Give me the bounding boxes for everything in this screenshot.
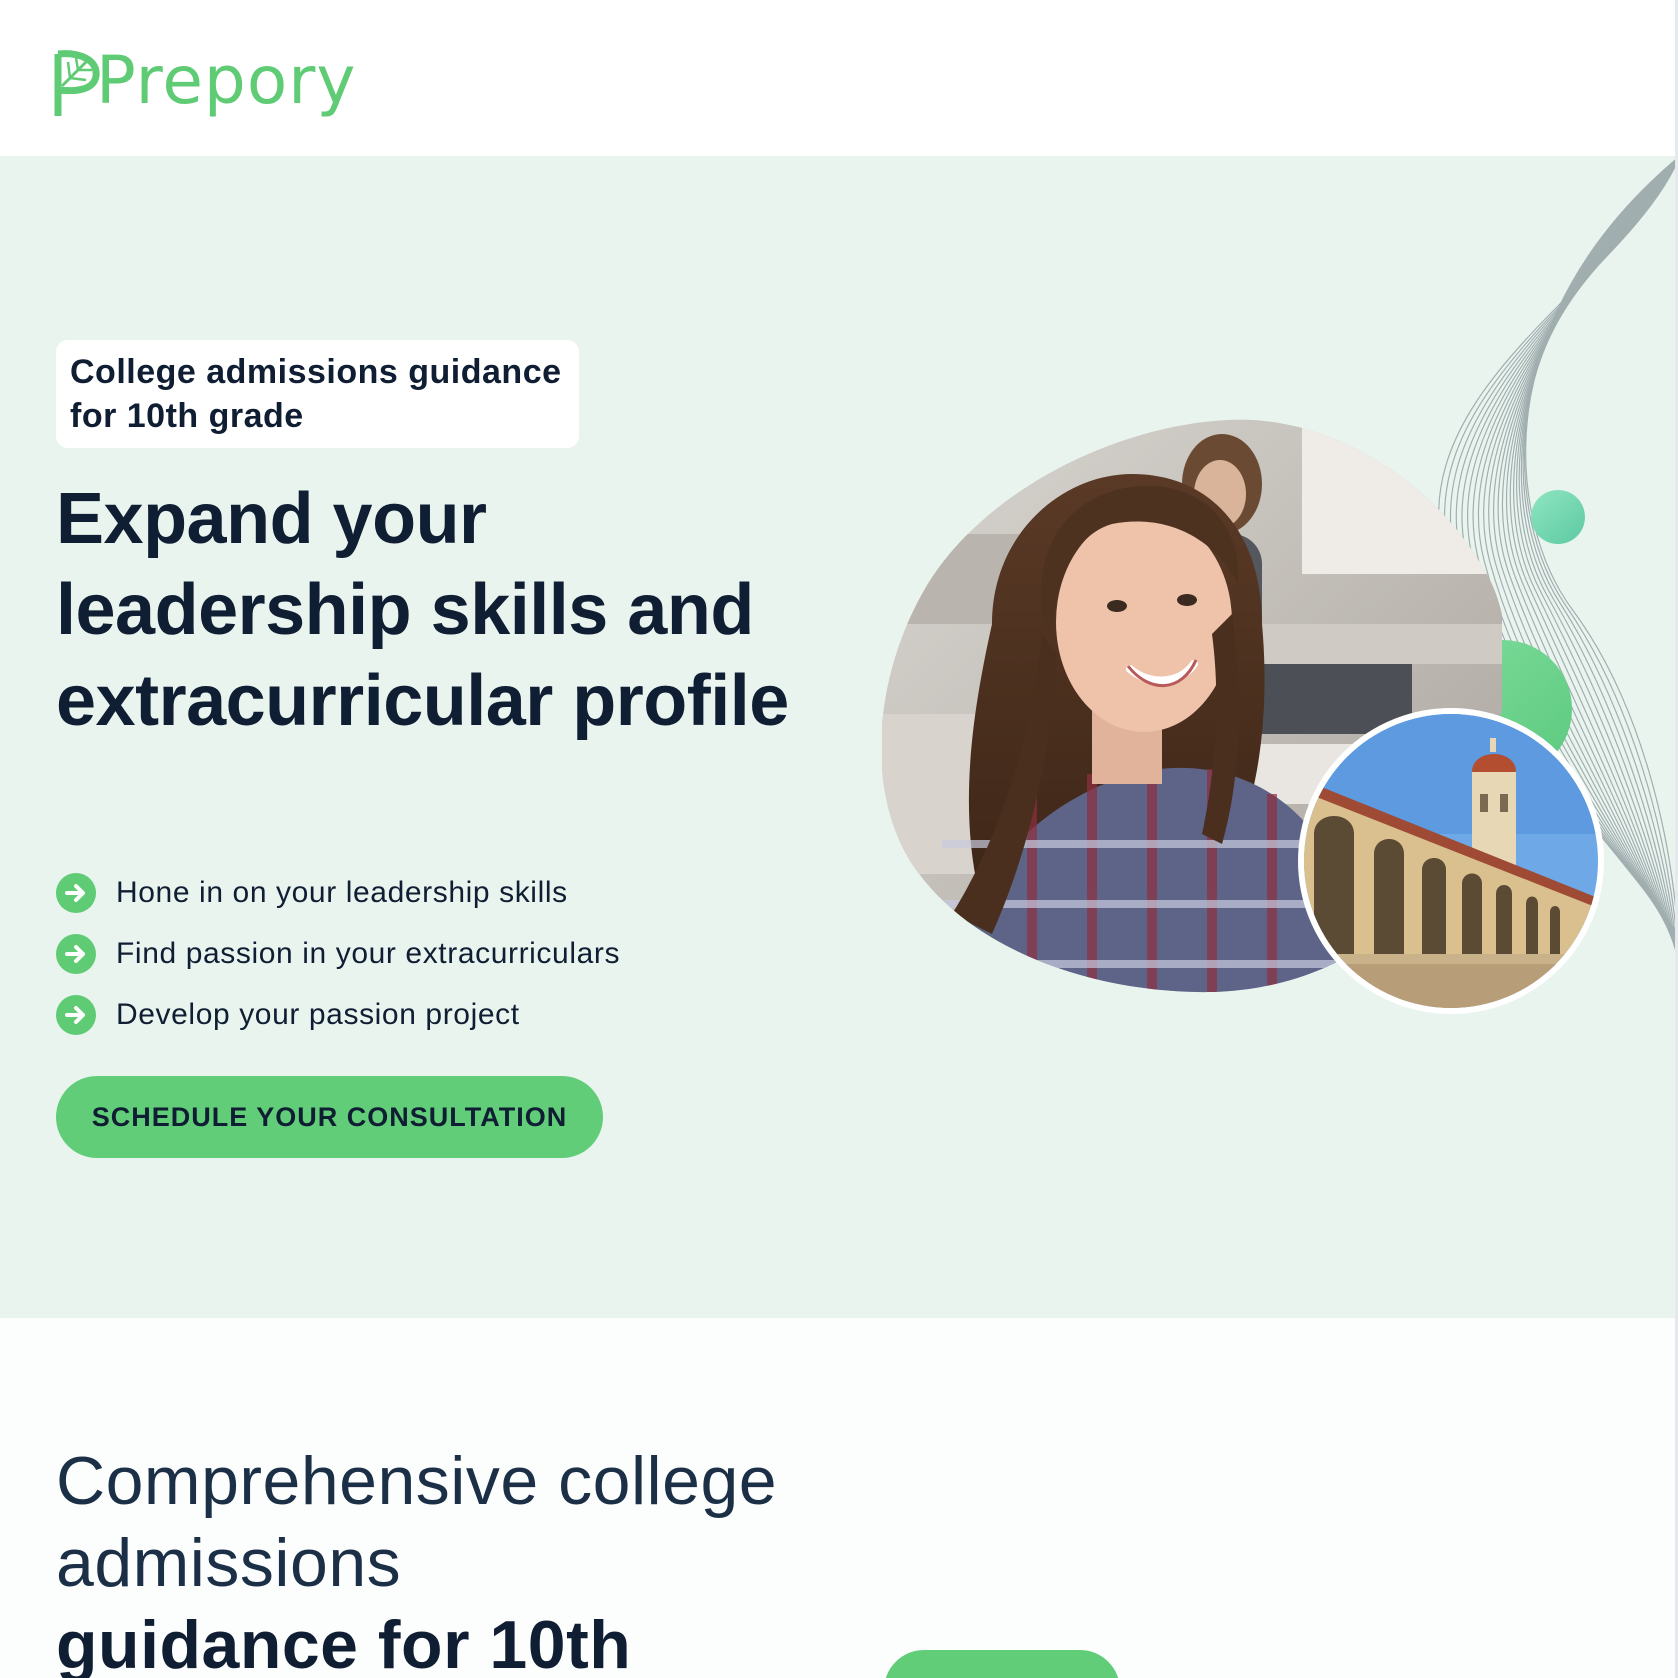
brand-logo[interactable]: Prepory: [54, 36, 356, 120]
feature-text: Develop your passion project: [116, 997, 520, 1031]
feature-text: Hone in on your leadership skills: [116, 875, 568, 909]
page: Prepory College admissions guidance for …: [0, 0, 1678, 1678]
hero-title: Expand your leadership skills and extrac…: [56, 479, 789, 741]
feature-text: Find passion in your extracurriculars: [116, 936, 621, 970]
arrow-right-circle-icon: [56, 933, 96, 974]
feature-list: Hone in on your leadership skills Find p…: [56, 862, 756, 1045]
hero-badge: College admissions guidance for 10th gra…: [56, 340, 579, 448]
brand-name: Prepory: [96, 42, 357, 119]
schedule-consultation-button[interactable]: SCHEDULE YOUR CONSULTATION: [56, 1076, 603, 1158]
feature-item: Find passion in your extracurriculars: [56, 923, 756, 984]
arrow-right-circle-icon: [56, 994, 96, 1035]
section-title: Comprehensive college admissions guidanc…: [56, 1440, 956, 1678]
section-cta-button[interactable]: [884, 1650, 1120, 1678]
site-header: Prepory: [0, 0, 1675, 156]
section-title-bold: guidance for 10th: [56, 1607, 632, 1678]
hero-section: College admissions guidance for 10th gra…: [0, 156, 1675, 1318]
feature-item: Develop your passion project: [56, 984, 756, 1045]
section-title-light: Comprehensive college admissions: [56, 1443, 778, 1601]
arrow-right-circle-icon: [56, 872, 96, 913]
campus-photo: [1298, 708, 1604, 1014]
guidance-section: Comprehensive college admissions guidanc…: [0, 1318, 1675, 1678]
feature-item: Hone in on your leadership skills: [56, 862, 756, 923]
leaf-icon: [54, 50, 100, 116]
decorative-dot: [1531, 490, 1585, 544]
